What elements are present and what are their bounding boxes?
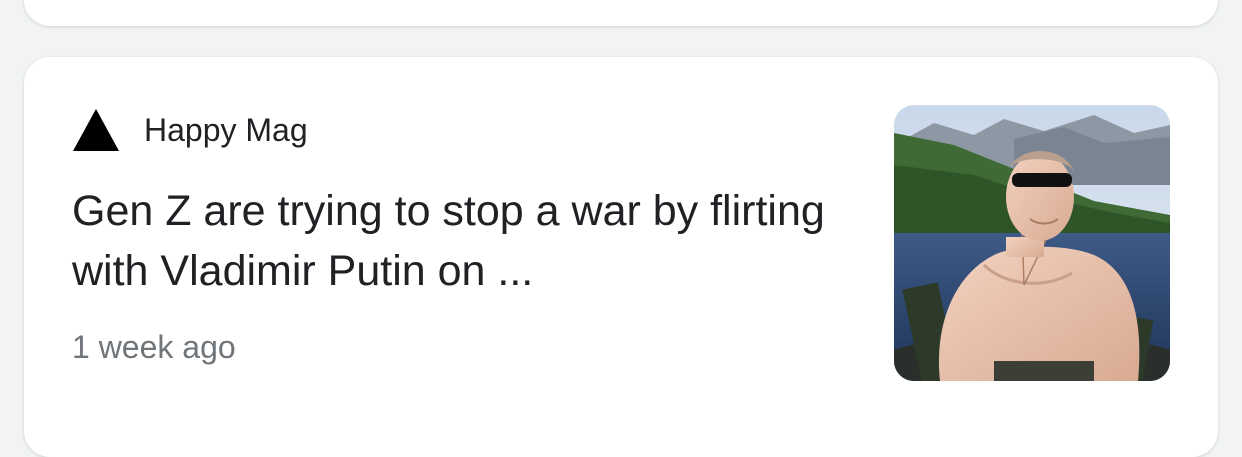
news-card[interactable]: Happy Mag Gen Z are trying to stop a war…	[24, 57, 1218, 457]
article-thumbnail[interactable]	[894, 105, 1170, 381]
black-triangle-icon	[73, 109, 119, 151]
source-row: Happy Mag	[72, 107, 308, 153]
previous-news-card[interactable]	[24, 0, 1218, 26]
article-headline[interactable]: Gen Z are trying to stop a war by flirti…	[72, 181, 862, 301]
source-name: Happy Mag	[144, 111, 308, 148]
article-timestamp: 1 week ago	[72, 329, 236, 365]
